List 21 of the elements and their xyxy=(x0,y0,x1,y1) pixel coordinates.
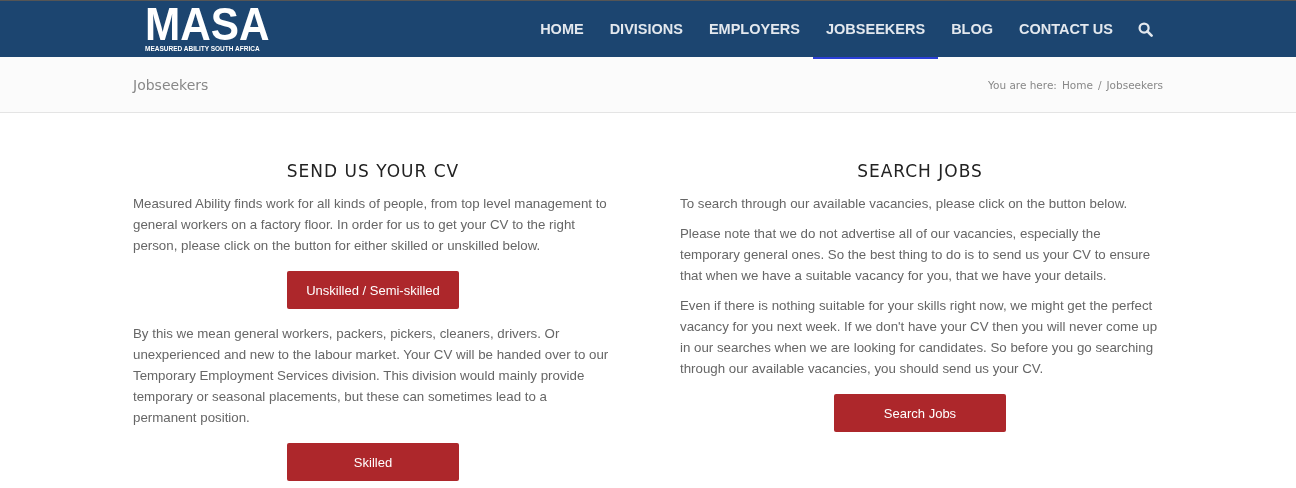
paragraph: By this we mean general workers, packers, pickers, cleaners, drivers. Or unexperienced and new to the labour market. Your CV will be handed over to our Temporary Employment Services division. This division would mainly provide temporary or seasonal placements, but these can sometimes lead to a permanent position. xyxy=(133,325,610,427)
nav-link[interactable]: BLOG xyxy=(938,1,1006,59)
breadcrumb-link[interactable]: Jobseekers xyxy=(1106,78,1163,91)
nav-link[interactable]: CONTACT US xyxy=(1006,1,1126,59)
breadcrumb-separator: / xyxy=(1097,78,1102,91)
action-button[interactable]: Search Jobs xyxy=(834,394,1006,432)
nav-link[interactable]: DIVISIONS xyxy=(596,1,696,59)
breadcrumb-link[interactable]: Home xyxy=(1061,78,1093,91)
breadcrumb-label: You are here: xyxy=(987,78,1057,91)
section-heading: SEND US YOUR CV xyxy=(285,161,461,181)
search-icon[interactable] xyxy=(1138,21,1153,37)
action-button[interactable]: Unskilled / Semi-skilled xyxy=(287,271,459,309)
paragraph: Measured Ability finds work for all kinds of people, from top level management to general workers on a factory floor. In order for us to get your CV to the right person, please click on the button for either skilled or unskilled below. xyxy=(133,195,608,255)
nav-link[interactable]: EMPLOYERS xyxy=(695,1,813,59)
page-title: Jobseekers xyxy=(133,76,209,93)
nav-link[interactable]: HOME xyxy=(527,1,597,59)
paragraph: Please note that we do not advertise all of our vacancies, especially the temporary general ones. So the best thing to do is to send us your CV to ensure that when we have a suitable vacancy for you, that we have your details. xyxy=(680,225,1152,285)
paragraph: To search through our available vacancies, please click on the button below. xyxy=(680,195,1129,213)
paragraph: Even if there is nothing suitable for your skills right now, we might get the perfect vacancy for you next week. If we don't have your CV then you will never come up in our searches when we are looking for candidates. So before you go searching through our available vacancies, you should send us your CV. xyxy=(680,297,1159,378)
section-heading: SEARCH JOBS xyxy=(856,161,984,181)
action-button[interactable]: Skilled xyxy=(287,443,459,481)
